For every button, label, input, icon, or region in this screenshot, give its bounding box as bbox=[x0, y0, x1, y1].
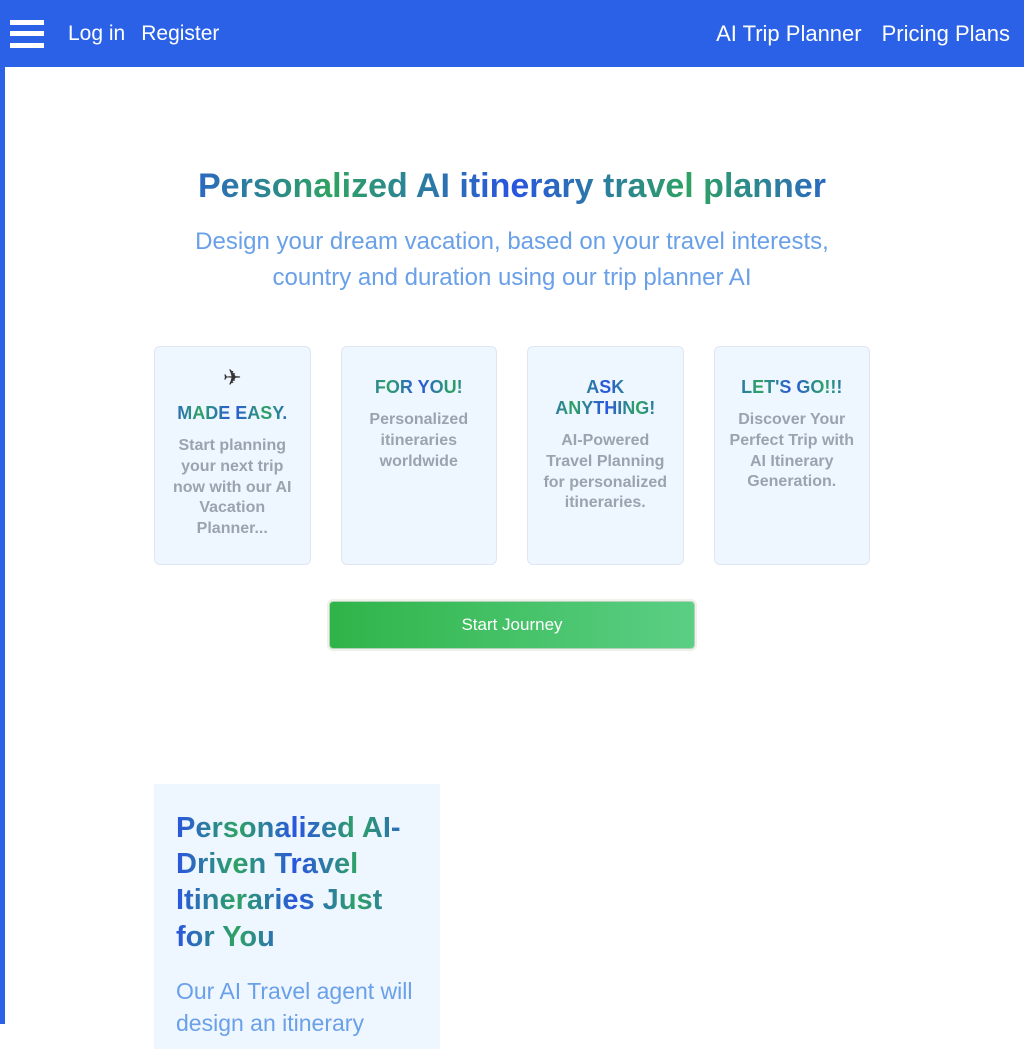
plane-icon: ✈ bbox=[167, 365, 298, 391]
card-desc: AI-Powered Travel Planning for personali… bbox=[540, 431, 671, 514]
section-subtitle: Our AI Travel agent will design an itine… bbox=[176, 975, 418, 1039]
left-accent-bar bbox=[0, 67, 5, 1024]
hero-section: Personalized AI itinerary travel planner… bbox=[0, 67, 1024, 649]
login-link[interactable]: Log in bbox=[68, 22, 125, 46]
card-made-easy: ✈ MADE EASY. Start planning your next tr… bbox=[154, 346, 311, 565]
nav-pricing-plans[interactable]: Pricing Plans bbox=[882, 21, 1010, 47]
card-title: ASK ANYTHING! bbox=[540, 377, 671, 419]
hero-title: Personalized AI itinerary travel planner bbox=[154, 167, 870, 206]
card-lets-go: LET'S GO!!! Discover Your Perfect Trip w… bbox=[714, 346, 871, 565]
section-title: Personalized AI-Driven Travel Itinerarie… bbox=[176, 810, 418, 955]
card-title: FOR YOU! bbox=[354, 377, 485, 398]
auth-links: Log in Register bbox=[68, 22, 219, 46]
nav-links: AI Trip Planner Pricing Plans bbox=[716, 21, 1010, 47]
cta-wrap: Start Journey bbox=[154, 601, 870, 649]
card-title: LET'S GO!!! bbox=[727, 377, 858, 398]
menu-icon[interactable] bbox=[10, 20, 44, 48]
section-itineraries: Personalized AI-Driven Travel Itinerarie… bbox=[0, 784, 1024, 1049]
section-card: Personalized AI-Driven Travel Itinerarie… bbox=[154, 784, 440, 1049]
nav-ai-trip-planner[interactable]: AI Trip Planner bbox=[716, 21, 862, 47]
card-desc: Discover Your Perfect Trip with AI Itine… bbox=[727, 410, 858, 493]
feature-cards: ✈ MADE EASY. Start planning your next tr… bbox=[154, 346, 870, 565]
register-link[interactable]: Register bbox=[141, 22, 219, 46]
card-desc: Personalized itineraries worldwide bbox=[354, 410, 485, 472]
header: Log in Register AI Trip Planner Pricing … bbox=[0, 0, 1024, 67]
hero-subtitle: Design your dream vacation, based on you… bbox=[154, 224, 870, 296]
start-journey-button[interactable]: Start Journey bbox=[329, 601, 695, 649]
card-for-you: FOR YOU! Personalized itineraries worldw… bbox=[341, 346, 498, 565]
card-ask-anything: ASK ANYTHING! AI-Powered Travel Planning… bbox=[527, 346, 684, 565]
card-desc: Start planning your next trip now with o… bbox=[167, 436, 298, 540]
card-title: MADE EASY. bbox=[167, 403, 298, 424]
